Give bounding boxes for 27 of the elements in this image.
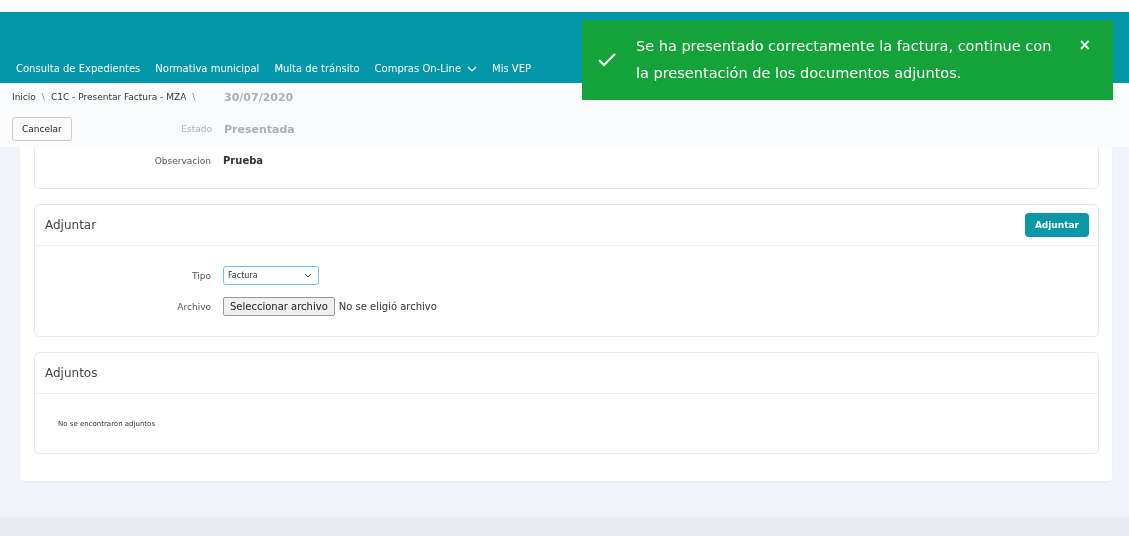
observation-value: Prueba [223,155,264,166]
toast-message: Se ha presentado correctamente la factura, continue con la presentación de los documentos adjuntos. [636,37,1053,83]
nav-link[interactable]: Compras On-Line [374,63,478,74]
choose-file-button[interactable]: Seleccionar archivo [223,297,335,316]
nav-link[interactable]: Consulta de Expedientes [16,63,141,74]
breadcrumb-link[interactable]: C1C - Presentar Factura - MZA [50,92,187,102]
close-button[interactable]: × [1078,36,1091,54]
cancel-button[interactable]: Cancelar [12,117,72,141]
breadcrumb-separator: \ [192,92,196,102]
file-label: Archivo [176,301,211,312]
nav-link[interactable]: Mis VEP [492,63,532,74]
breadcrumb-link[interactable]: Inicio [12,92,36,102]
card-title: Adjuntos [45,366,98,380]
status-value: Presentada [224,122,296,136]
nav-link[interactable]: Normativa municipal [155,63,260,74]
nav-link[interactable]: Multa de tránsito [274,63,360,74]
observation-label: Observacion [153,155,211,166]
file-status: No se eligió archivo [338,301,437,312]
card-title: Adjuntar [45,218,97,232]
type-select[interactable]: Factura [223,266,319,285]
status-label: Estado [181,124,212,134]
type-label: Tipo [191,270,211,281]
check-icon [598,53,616,67]
date-value: 30/07/2020 [224,90,295,104]
chevron-down-icon [304,273,312,278]
attach-button[interactable]: Adjuntar [1024,213,1089,237]
breadcrumb-separator: \ [41,92,45,102]
